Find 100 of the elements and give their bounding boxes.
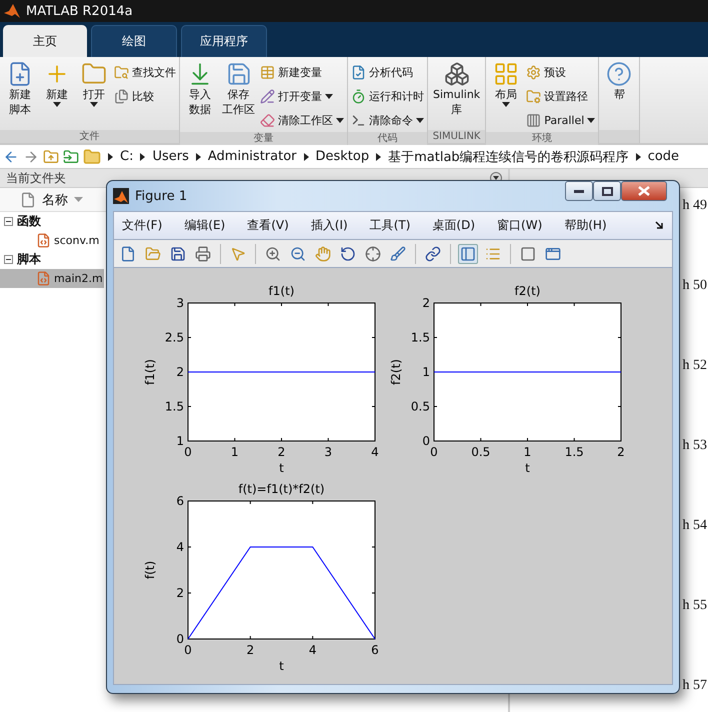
ribbon-button[interactable]: Simulink 库: [431, 59, 482, 119]
menu-item[interactable]: 编辑(E): [184, 217, 226, 234]
dock-arrow-icon[interactable]: [655, 221, 664, 230]
collapse-icon[interactable]: [4, 217, 13, 226]
ribbon-icon: [351, 65, 366, 80]
tick-label: 4: [176, 540, 184, 554]
ribbon-button[interactable]: 新建: [40, 59, 74, 109]
ribbon-button[interactable]: 打开: [77, 59, 111, 109]
group-label: 代码: [348, 132, 427, 145]
axis-label: f1(t): [143, 359, 157, 385]
file-row[interactable]: sconv.m: [0, 231, 104, 250]
tick-label: 0.5: [471, 445, 490, 459]
toolbar-icon[interactable]: [423, 244, 443, 264]
menu-item[interactable]: 帮助(H): [564, 217, 607, 234]
menu-item[interactable]: 查看(V): [247, 217, 289, 234]
toolbar-icon[interactable]: [193, 244, 213, 264]
axis-label: t: [525, 461, 530, 475]
tick-label: 3: [176, 296, 184, 310]
ribbon-button[interactable]: 新建变量: [260, 61, 344, 84]
command-output: h 53: [682, 437, 707, 455]
ribbon-tab[interactable]: 主页: [3, 25, 87, 57]
tree-group[interactable]: 脚本: [17, 251, 41, 268]
ribbon-button[interactable]: 查找文件: [114, 61, 176, 84]
tick-label: 1.5: [164, 400, 184, 414]
ribbon-button[interactable]: 预设: [526, 61, 596, 84]
minimize-icon: [574, 190, 584, 192]
ribbon-icon: [526, 65, 542, 80]
tick-label: 2: [176, 586, 184, 600]
close-button[interactable]: [621, 181, 667, 201]
toolbar-icon[interactable]: [363, 244, 383, 264]
collapse-icon[interactable]: [4, 255, 13, 264]
ribbon-button[interactable]: 打开变量: [260, 85, 344, 108]
tick-label: 4: [371, 445, 379, 459]
ribbon-button[interactable]: 分析代码: [351, 61, 424, 84]
back-icon[interactable]: [3, 148, 19, 164]
tick-label: 0.5: [410, 400, 430, 414]
ribbon-icon: [114, 89, 129, 104]
file-icon: [20, 192, 36, 208]
ribbon-button[interactable]: 保存 工作区: [220, 59, 257, 119]
ribbon-button[interactable]: 新建 脚本: [3, 59, 37, 119]
ribbon-icon: [226, 61, 252, 87]
breadcrumb-item[interactable]: Administrator: [208, 149, 296, 164]
menu-item[interactable]: 文件(F): [122, 217, 162, 234]
breadcrumb-arrow-icon: [140, 152, 146, 160]
file-icon: [36, 233, 51, 248]
tree-group[interactable]: 函数: [17, 213, 41, 230]
breadcrumb-item[interactable]: Users: [152, 149, 189, 164]
forward-icon[interactable]: [23, 148, 39, 164]
menu-item[interactable]: 桌面(D): [432, 217, 476, 234]
tick-label: 0: [430, 445, 438, 459]
menu-item[interactable]: 窗口(W): [497, 217, 542, 234]
ribbon-button[interactable]: 帮: [602, 59, 636, 104]
maximize-button[interactable]: [593, 181, 621, 201]
ribbon-tab[interactable]: 绘图: [91, 25, 177, 57]
tick-label: 0: [422, 434, 430, 448]
file-row[interactable]: main2.m: [0, 269, 104, 288]
ribbon-button[interactable]: 运行和计时: [351, 85, 424, 108]
ribbon-icon: [444, 61, 470, 87]
ribbon-button[interactable]: 比较: [114, 85, 176, 108]
chart-title: f2(t): [514, 284, 540, 298]
command-output: h 52: [682, 357, 707, 375]
breadcrumb-item[interactable]: 基于matlab编程连续信号的卷积源码程序: [388, 148, 629, 166]
column-header[interactable]: 名称: [42, 190, 68, 208]
ribbon-button[interactable]: 清除命令: [351, 109, 424, 132]
ribbon-button[interactable]: 导入 数据: [183, 59, 217, 119]
menu-item[interactable]: 插入(I): [310, 217, 348, 234]
command-output: h 54: [682, 517, 707, 535]
ribbon-button[interactable]: 布局: [489, 59, 524, 109]
tick-label: 0: [184, 643, 192, 657]
folder-browse-icon[interactable]: [63, 148, 79, 164]
ribbon-tab[interactable]: 应用程序: [181, 25, 267, 57]
toolbar-icon[interactable]: [388, 244, 408, 264]
tick-label: 4: [308, 643, 316, 657]
tick-label: 2: [422, 296, 430, 310]
figure-title: Figure 1: [135, 188, 188, 204]
ribbon-button[interactable]: Parallel: [526, 109, 596, 132]
command-output: h 50: [682, 277, 707, 295]
folder-up-icon[interactable]: [43, 148, 59, 164]
breadcrumb-item[interactable]: Desktop: [316, 149, 370, 164]
tick-label: 1: [176, 434, 184, 448]
ribbon-button[interactable]: 设置路径: [526, 85, 596, 108]
ribbon-button[interactable]: 清除工作区: [260, 109, 344, 132]
breadcrumb-arrow-icon: [196, 152, 201, 160]
ribbon-icon: [351, 113, 366, 128]
menu-item[interactable]: 工具(T): [370, 217, 410, 234]
tick-label: 1: [524, 445, 532, 459]
tick-label: 0: [184, 445, 192, 459]
breadcrumb-item[interactable]: code: [648, 149, 680, 164]
tick-label: 1.5: [564, 445, 584, 459]
close-icon: [638, 186, 650, 196]
ribbon-icon: [606, 61, 632, 87]
folder-icon: [83, 148, 101, 166]
command-output: h 57: [682, 677, 707, 695]
group-label: SIMULINK: [428, 130, 486, 143]
breadcrumb-item[interactable]: C:: [120, 149, 134, 164]
minimize-button[interactable]: [565, 181, 593, 201]
toolbar-icon[interactable]: [458, 244, 478, 264]
tick-label: 6: [371, 643, 379, 657]
breadcrumb-arrow-icon: [636, 152, 641, 160]
file-icon: [36, 271, 51, 286]
